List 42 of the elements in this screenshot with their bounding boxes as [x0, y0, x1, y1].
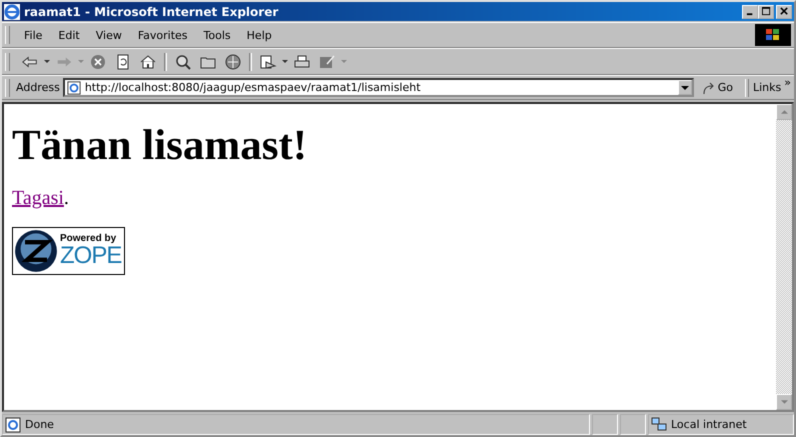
address-label: Address — [16, 81, 60, 94]
windows-logo — [755, 24, 791, 46]
maximize-icon — [762, 7, 770, 16]
address-field[interactable]: http://localhost:8080/jaagup/esmaspaev/raamat1/lisamisleht — [62, 78, 694, 97]
go-button[interactable]: Go — [694, 80, 741, 94]
page-icon — [5, 416, 21, 432]
printer-icon[interactable] — [293, 54, 311, 70]
network-icon — [651, 416, 667, 432]
menu-item[interactable]: Edit — [50, 28, 88, 42]
zone-text: Local intranet — [671, 418, 747, 431]
dropdown-button[interactable] — [678, 80, 692, 95]
dropdown-arrow-icon[interactable] — [282, 60, 288, 64]
page-icon — [66, 80, 81, 94]
window-title: raamat1 - Microsoft Internet Explorer — [24, 4, 280, 18]
menu-item[interactable]: View — [88, 28, 130, 42]
maximize-button[interactable] — [758, 4, 774, 18]
page-heading: Tänan lisamast! — [12, 122, 308, 170]
home-icon[interactable] — [139, 54, 157, 70]
edit-icon — [318, 54, 336, 70]
more-button[interactable]: » — [784, 76, 791, 89]
caret-icon — [680, 86, 689, 90]
minimize-button[interactable] — [742, 4, 758, 18]
period: . — [64, 187, 69, 210]
menu-item[interactable]: Help — [238, 28, 280, 42]
dropdown-arrow-icon[interactable] — [44, 60, 50, 64]
links-button[interactable]: Links — [753, 81, 784, 94]
status-text: Done — [25, 418, 54, 431]
close-icon — [780, 7, 788, 16]
dropdown-arrow-icon — [78, 60, 84, 64]
stop-icon[interactable] — [89, 54, 107, 70]
menu-item[interactable]: Favorites — [130, 28, 196, 42]
menu-item[interactable]: File — [16, 28, 50, 42]
close-button[interactable] — [776, 4, 792, 18]
back-link[interactable]: Tagasi — [12, 187, 64, 210]
menu-item[interactable]: Tools — [196, 28, 239, 42]
search-icon[interactable] — [174, 54, 192, 70]
dropdown-arrow-icon — [341, 60, 347, 64]
browser-icon — [4, 4, 20, 20]
status-panel — [620, 414, 646, 435]
go-arrow-icon — [702, 80, 716, 94]
status-panel — [592, 414, 618, 435]
zope-logo[interactable]: Powered by ZOPE — [12, 227, 125, 276]
